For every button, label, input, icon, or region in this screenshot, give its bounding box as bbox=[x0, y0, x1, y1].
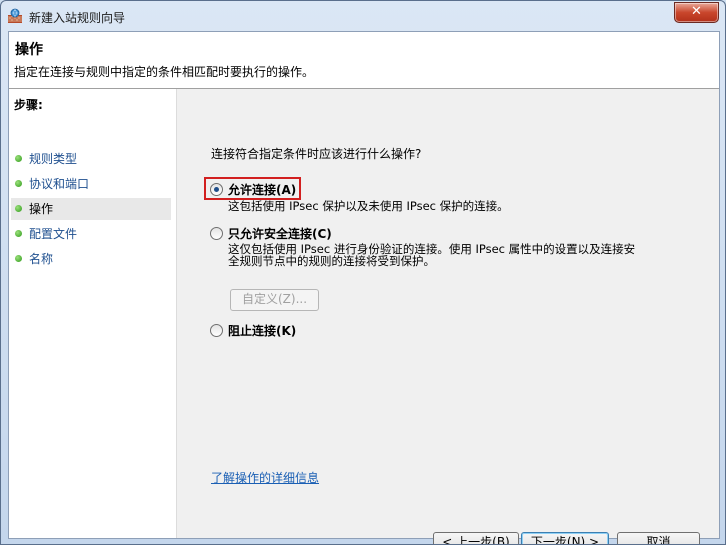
close-icon: ✕ bbox=[691, 4, 702, 19]
allow-connection-radio[interactable] bbox=[210, 183, 223, 196]
action-question: 连接符合指定条件时应该进行什么操作? bbox=[211, 147, 422, 161]
wizard-window: 新建入站规则向导 ✕ 操作 指定在连接与规则中指定的条件相匹配时要执行的操作。 … bbox=[0, 0, 726, 545]
step-label: 操作 bbox=[29, 202, 54, 216]
allow-secure-radio[interactable] bbox=[210, 227, 223, 240]
allow-secure-label[interactable]: 只允许安全连接(C) bbox=[228, 225, 332, 242]
step-action[interactable]: 操作 bbox=[11, 198, 171, 220]
customize-button[interactable]: 自定义(Z)... bbox=[230, 289, 319, 311]
steps-panel: 步骤: 规则类型 协议和端口 操作 配置文件 名称 bbox=[9, 89, 177, 538]
page-description: 指定在连接与规则中指定的条件相匹配时要执行的操作。 bbox=[14, 65, 315, 79]
step-label: 配置文件 bbox=[29, 227, 78, 241]
allow-secure-description-2: 全规则节点中的规则的连接将受到保护。 bbox=[228, 254, 435, 268]
allow-connection-description: 这包括使用 IPsec 保护以及未使用 IPsec 保护的连接。 bbox=[228, 199, 509, 213]
allow-connection-label[interactable]: 允许连接(A) bbox=[228, 181, 296, 198]
step-rule-type[interactable]: 规则类型 bbox=[11, 148, 171, 170]
block-connection-label[interactable]: 阻止连接(K) bbox=[228, 322, 296, 339]
step-dot-icon bbox=[15, 255, 22, 262]
step-protocol-port[interactable]: 协议和端口 bbox=[11, 173, 171, 195]
step-dot-icon bbox=[15, 205, 22, 212]
title-bar[interactable]: 新建入站规则向导 ✕ bbox=[1, 1, 725, 31]
step-label: 规则类型 bbox=[29, 152, 78, 166]
wizard-header: 操作 指定在连接与规则中指定的条件相匹配时要执行的操作。 bbox=[9, 32, 719, 89]
close-button[interactable]: ✕ bbox=[674, 2, 719, 23]
block-connection-radio[interactable] bbox=[210, 324, 223, 337]
back-button[interactable]: < 上一步(B) bbox=[433, 532, 519, 544]
page-title: 操作 bbox=[15, 42, 43, 58]
step-dot-icon bbox=[15, 155, 22, 162]
content-panel: 连接符合指定条件时应该进行什么操作? 允许连接(A) 这包括使用 IPsec 保… bbox=[177, 89, 719, 544]
step-profile[interactable]: 配置文件 bbox=[11, 223, 171, 245]
wizard-client: 操作 指定在连接与规则中指定的条件相匹配时要执行的操作。 步骤: 规则类型 协议… bbox=[8, 31, 720, 544]
firewall-icon bbox=[8, 8, 22, 23]
cancel-button[interactable]: 取消 bbox=[617, 532, 700, 544]
steps-label: 步骤: bbox=[14, 98, 43, 112]
learn-more-link[interactable]: 了解操作的详细信息 bbox=[211, 469, 319, 486]
next-button[interactable]: 下一步(N) > bbox=[521, 532, 609, 544]
step-dot-icon bbox=[15, 180, 22, 187]
step-dot-icon bbox=[15, 230, 22, 237]
step-name[interactable]: 名称 bbox=[11, 248, 171, 270]
step-label: 名称 bbox=[29, 252, 54, 266]
window-title: 新建入站规则向导 bbox=[29, 11, 126, 25]
step-label: 协议和端口 bbox=[29, 177, 90, 191]
